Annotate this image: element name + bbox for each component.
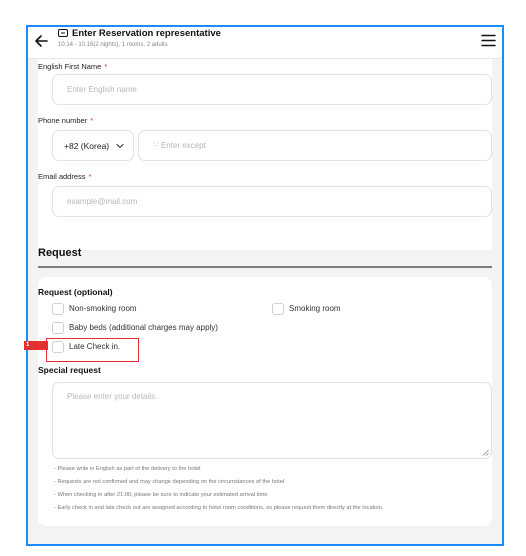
section-divider: [38, 266, 492, 268]
required-marker: *: [90, 116, 94, 125]
required-marker: *: [88, 172, 92, 181]
country-code-select[interactable]: +82 (Korea): [52, 130, 134, 161]
app-frame: Enter Reservation representative 10.14 -…: [26, 25, 504, 546]
note-line: - Please write in English as part of the…: [54, 466, 202, 472]
note-line: - Requests are not confirmed and may cha…: [54, 479, 286, 485]
optional-request-title: Request (optional): [38, 287, 113, 297]
smoking-label[interactable]: Smoking room: [289, 304, 341, 313]
country-code-value: +82 (Korea): [64, 141, 110, 151]
non-smoking-label[interactable]: Non-smoking room: [69, 304, 137, 313]
request-section-title: Request: [38, 247, 82, 259]
page-title: Enter Reservation representative: [72, 28, 221, 39]
special-request-title: Special request: [38, 365, 101, 375]
email-label: Email address *: [38, 172, 92, 181]
first-name-placeholder: Enter English name: [67, 85, 137, 94]
required-marker: *: [104, 62, 108, 71]
highlight-box: [46, 338, 139, 362]
smoking-checkbox[interactable]: [272, 303, 284, 315]
email-field[interactable]: example@mail.com: [52, 186, 492, 217]
special-request-placeholder: Please enter your details.: [67, 392, 158, 401]
resize-grip-icon[interactable]: [482, 449, 489, 456]
guest-info-card: English First Name * Enter English name P…: [38, 59, 492, 250]
ticket-icon: [58, 29, 68, 37]
first-name-label: English First Name *: [38, 62, 108, 71]
email-placeholder: example@mail.com: [67, 197, 138, 206]
highlight-badge: 1: [24, 341, 37, 350]
phone-number-field[interactable]: '-' Enter except: [138, 130, 492, 161]
note-line: - When checking in after 21:00, please b…: [54, 492, 269, 498]
baby-bed-label[interactable]: Baby beds (additional charges may apply): [69, 323, 218, 332]
non-smoking-checkbox[interactable]: [52, 303, 64, 315]
special-request-textarea[interactable]: Please enter your details.: [52, 382, 492, 459]
baby-bed-checkbox[interactable]: [52, 322, 64, 334]
back-arrow-icon[interactable]: [34, 34, 48, 48]
booking-summary: 10.14 - 10.16(2 nights), 1 rooms, 2 adul…: [58, 42, 168, 48]
phone-label: Phone number *: [38, 116, 94, 125]
phone-placeholder: '-' Enter except: [153, 141, 206, 150]
hamburger-menu-icon[interactable]: [481, 34, 496, 47]
note-line: - Early check in and late check out are …: [54, 505, 384, 511]
first-name-field[interactable]: Enter English name: [52, 74, 492, 105]
top-bar: Enter Reservation representative 10.14 -…: [28, 27, 502, 59]
chevron-down-icon: [116, 143, 124, 149]
request-card: Request (optional) Non-smoking room Smok…: [38, 277, 492, 526]
